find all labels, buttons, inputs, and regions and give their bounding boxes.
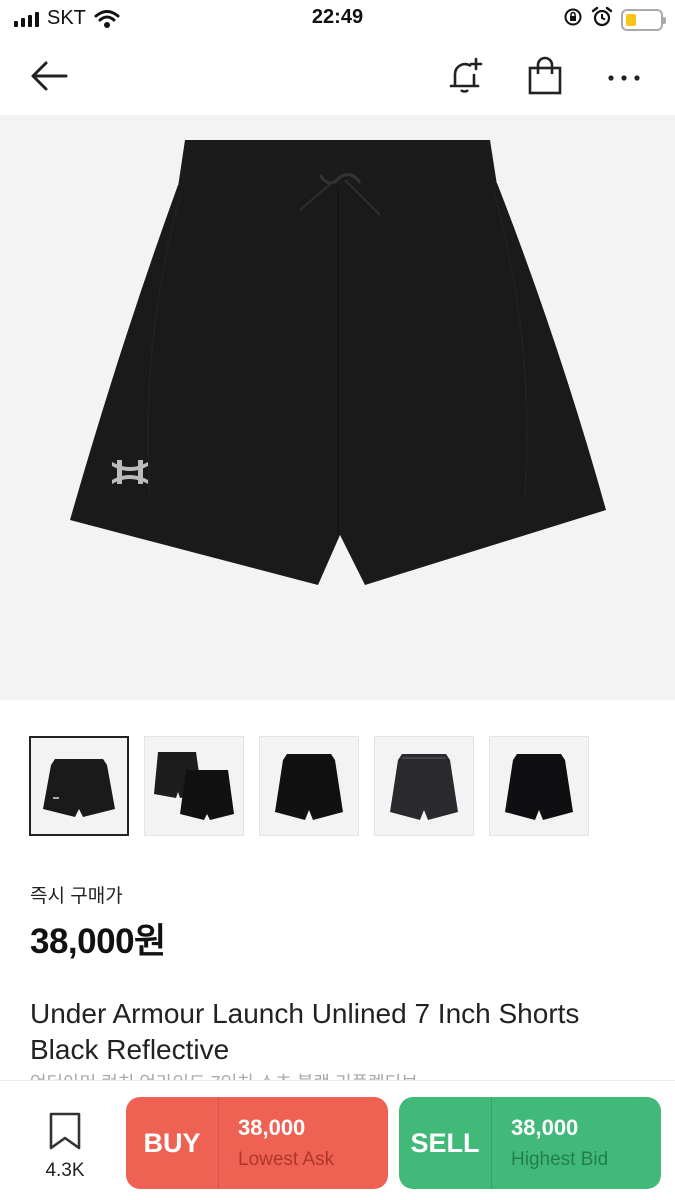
thumbnail-gallery — [29, 736, 589, 836]
shopping-bag-button[interactable] — [523, 56, 567, 100]
status-bar: SKT 22:49 — [0, 0, 675, 38]
thumbnail-3[interactable] — [259, 736, 359, 836]
battery-level — [626, 13, 636, 26]
lowest-ask-label: Lowest Ask — [238, 1149, 335, 1170]
shopping-bag-icon — [526, 56, 564, 101]
back-button[interactable] — [27, 56, 71, 100]
thumbnail-4[interactable] — [374, 736, 474, 836]
highest-bid-price: 38,000 — [511, 1115, 579, 1140]
lowest-ask-price: 38,000 — [238, 1115, 306, 1140]
rotation-lock-icon — [563, 7, 583, 32]
thumbnail-1[interactable] — [29, 736, 129, 836]
sell-label: SELL — [410, 1127, 480, 1158]
back-arrow-icon — [28, 59, 70, 98]
more-dots-icon — [607, 69, 641, 87]
bookmark-icon — [47, 1112, 83, 1155]
instant-buy-price-label: 즉시 구매가 — [30, 886, 123, 907]
instant-buy-price: 38,000원 — [30, 922, 166, 961]
thumbnail-5[interactable] — [489, 736, 589, 836]
wishlist-count: 4.3K — [45, 1160, 85, 1181]
battery-icon — [621, 8, 666, 31]
more-options-button[interactable] — [602, 56, 646, 100]
bell-plus-icon — [445, 56, 485, 101]
buy-button[interactable]: BUY 38,000 Lowest Ask — [126, 1097, 388, 1189]
top-navigation — [0, 38, 675, 114]
buy-divider — [218, 1097, 219, 1189]
alarm-icon — [591, 6, 613, 33]
sell-button[interactable]: SELL 38,000 Highest Bid — [399, 1097, 661, 1189]
sell-divider — [491, 1097, 492, 1189]
wishlist-button[interactable]: 4.3K — [30, 1111, 100, 1182]
status-right — [563, 6, 666, 33]
highest-bid-label: Highest Bid — [511, 1149, 609, 1170]
shorts-image — [70, 140, 606, 587]
product-title: Under Armour Launch Unlined 7 Inch Short… — [30, 998, 580, 1065]
product-main-image[interactable] — [0, 115, 675, 700]
buy-label: BUY — [143, 1127, 201, 1158]
notification-add-button[interactable] — [443, 56, 487, 100]
thumbnail-2[interactable] — [144, 736, 244, 836]
bottom-action-bar: 4.3K BUY 38,000 Lowest Ask SELL 38,000 H… — [0, 1080, 675, 1200]
